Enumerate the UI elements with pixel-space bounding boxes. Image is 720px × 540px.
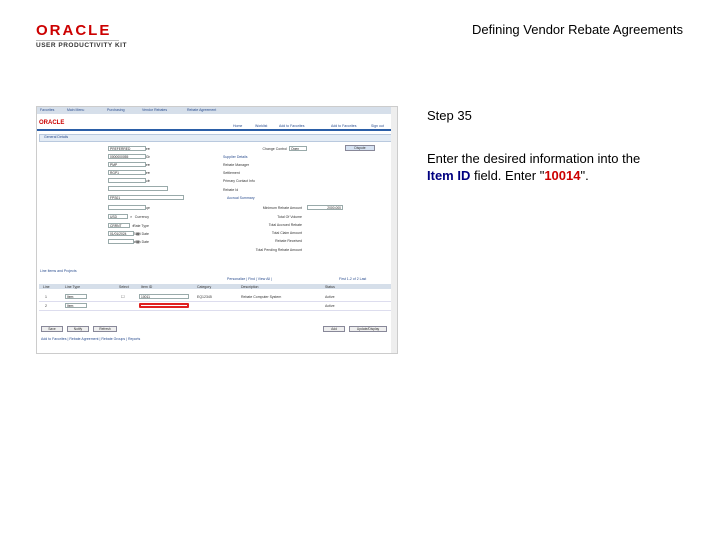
row1-status: Active: [325, 295, 335, 299]
rate-type-field[interactable]: CRRNT: [108, 223, 130, 228]
rate-type-lookup-icon[interactable]: ⌕: [132, 224, 136, 228]
menu-vendor-rebates[interactable]: Vendor Rebates: [142, 108, 167, 112]
supplier-id-field[interactable]: 0000000055: [108, 154, 146, 159]
location-field[interactable]: FPS01: [108, 195, 184, 200]
row2-status: Active: [325, 304, 335, 308]
label-change-control: Change Control: [262, 147, 287, 151]
footer-links[interactable]: Add to Favorites | Rebate Agreement | Re…: [41, 337, 140, 341]
section-header: General Details: [39, 134, 396, 142]
upk-logo-text: USER PRODUCTIVITY KIT: [36, 42, 127, 49]
grid-pager[interactable]: First 1-2 of 2 Last: [339, 277, 366, 281]
status-select[interactable]: Open: [289, 146, 307, 151]
instruction-pre: Enter the desired information into the: [427, 151, 641, 166]
col-select: Select: [119, 285, 129, 289]
label-rebate-received: Rebate Received: [275, 239, 302, 243]
row-divider-2: [39, 310, 394, 311]
col-line: Line: [43, 285, 50, 289]
row1-category: EQ12345: [197, 295, 212, 299]
minimum-rebate-field[interactable]: 2000.000: [307, 205, 343, 210]
link-supplier-details[interactable]: Supplier Details: [223, 155, 248, 159]
start-date-field[interactable]: 01/01/2024: [108, 231, 134, 236]
app-brandbar: ORACLE Home Worklist Add to Favorites Ad…: [37, 115, 397, 128]
menu-purchasing[interactable]: Purchasing: [107, 108, 125, 112]
instruction-mid: field. Enter ": [470, 168, 545, 183]
row1-type-select[interactable]: Item: [65, 294, 87, 299]
nav-add-favorites-2[interactable]: Add to Favorites: [331, 124, 356, 128]
app-screenshot: Favorites Main Menu Purchasing Vendor Re…: [36, 106, 398, 354]
row1-select-checkbox[interactable]: ☐: [121, 295, 125, 299]
col-description: Description: [241, 285, 259, 289]
vertical-scrollbar[interactable]: [391, 107, 397, 353]
menu-favorites[interactable]: Favorites: [40, 108, 54, 112]
label-total-volume: Total Of Volume: [277, 215, 302, 219]
col-item-id: Item ID: [141, 285, 153, 289]
currency-field[interactable]: USD: [108, 214, 128, 219]
document-title: Defining Vendor Rebate Agreements: [471, 22, 683, 37]
row-divider: [39, 301, 394, 302]
oracle-logo-text: ORACLE: [36, 22, 112, 39]
settlement-manager-field[interactable]: RGP1: [108, 170, 146, 175]
supplier-lookup-icon[interactable]: ⌕: [148, 147, 152, 151]
instruction-value: 10014: [544, 168, 581, 183]
rebate-manager-lookup-icon[interactable]: ⌕: [148, 163, 152, 167]
oracle-upk-logo: ORACLE USER PRODUCTIVITY KIT: [36, 22, 127, 49]
label-currency: Currency: [134, 215, 149, 219]
label-minimum-rebate: Minimum Rebate Amount: [262, 206, 302, 210]
instruction-post: ".: [580, 168, 589, 183]
label-total-claim: Total Claim Amount: [271, 231, 302, 235]
section-title: General Details: [44, 135, 69, 139]
nav-home[interactable]: Home: [233, 124, 242, 128]
grid-toolbar[interactable]: Personalize | Find | View All |: [227, 277, 272, 281]
app-header-divider: [37, 129, 397, 131]
logo-divider: [36, 40, 119, 41]
col-status: Status: [325, 285, 335, 289]
row2-line: 2: [45, 304, 47, 308]
save-button[interactable]: Save: [41, 326, 63, 332]
rebate-group-lookup-icon[interactable]: ⌕: [148, 206, 152, 210]
rebate-id-text: Rebate Id: [223, 188, 239, 192]
settlement-desc: Settlement: [223, 171, 240, 175]
row1-item-id-field[interactable]: 10011: [139, 294, 189, 299]
primary-contact-field[interactable]: [108, 178, 146, 183]
menu-main[interactable]: Main Menu: [67, 108, 84, 112]
accrual-summary-header: Accrual Summary: [227, 196, 255, 200]
rebate-manager-field[interactable]: PMP: [108, 162, 146, 167]
dispute-button[interactable]: Dispute: [345, 145, 375, 151]
notify-button[interactable]: Notify: [67, 326, 89, 332]
add-button[interactable]: Add: [323, 326, 345, 332]
app-oracle-logo: ORACLE: [39, 120, 65, 126]
refresh-button[interactable]: Refresh: [93, 326, 117, 332]
row1-line: 1: [45, 295, 47, 299]
update-display-button[interactable]: Update/Display: [349, 326, 387, 332]
start-date-calendar-icon[interactable]: ▦: [136, 232, 140, 236]
settlement-manager-lookup-icon[interactable]: ⌕: [148, 171, 152, 175]
grid-header: [39, 284, 394, 289]
rebate-reference-field[interactable]: [108, 186, 168, 191]
row2-item-id-field-highlighted[interactable]: [139, 303, 189, 308]
rebate-manager-desc: Rebate Manager: [223, 163, 250, 167]
nav-add-favorites[interactable]: Add to Favorites: [279, 124, 304, 128]
supplier-field[interactable]: PREFERRED: [108, 146, 146, 151]
primary-contact-info: Primary Contact Info: [223, 179, 255, 183]
nav-worklist[interactable]: Worklist: [255, 124, 267, 128]
row2-type-select[interactable]: Item: [65, 303, 87, 308]
app-menubar: Favorites Main Menu Purchasing Vendor Re…: [37, 107, 397, 114]
nav-sign-out[interactable]: Sign out: [371, 124, 384, 128]
instruction-field-name: Item ID: [427, 168, 471, 183]
currency-lookup-icon[interactable]: ⌕: [130, 215, 134, 219]
expiration-date-calendar-icon[interactable]: ▦: [136, 240, 140, 244]
label-total-pending: Total Pending Rebate Amount: [255, 248, 302, 252]
row1-description: Rebate Computer System: [241, 295, 282, 299]
step-instruction: Enter the desired information into the I…: [427, 150, 657, 184]
col-category: Category: [197, 285, 212, 289]
rebate-group-field[interactable]: [108, 205, 146, 210]
expiration-date-field[interactable]: [108, 239, 134, 244]
menu-rebate-agreement[interactable]: Rebate Agreement: [187, 108, 216, 112]
supplier-id-lookup-icon[interactable]: ⌕: [148, 155, 152, 159]
grid-title: Line Items and Projects: [40, 269, 77, 273]
primary-contact-lookup-icon[interactable]: ⌕: [148, 179, 152, 183]
step-title: Step 35: [427, 108, 472, 123]
col-line-type: Line Type: [65, 285, 81, 289]
label-total-accrued: Total Accrued Rebate: [268, 223, 302, 227]
